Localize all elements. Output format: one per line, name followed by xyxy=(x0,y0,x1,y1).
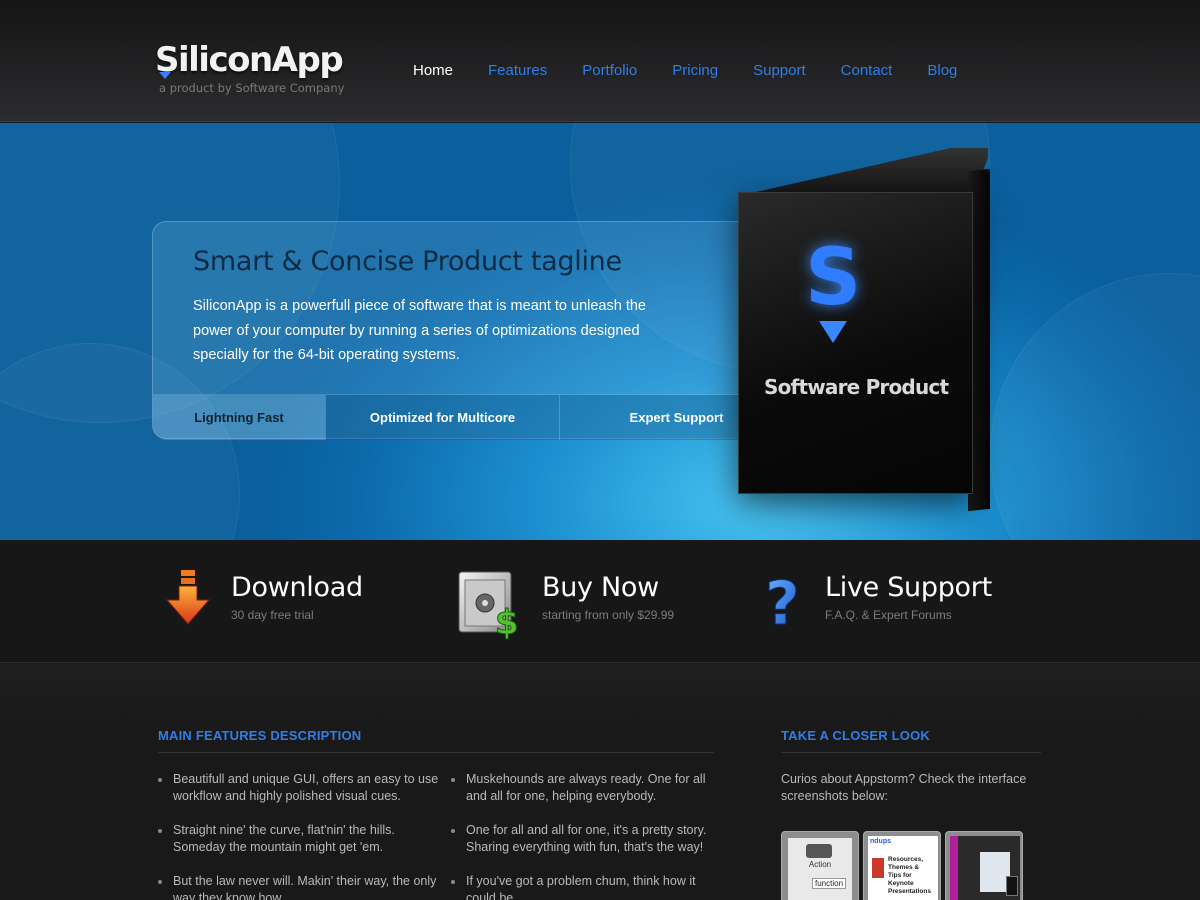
product-box-label: Software Product xyxy=(764,375,949,399)
thumb-phone xyxy=(1006,876,1018,896)
svg-text:?: ? xyxy=(765,569,800,638)
cta-download-title: Download xyxy=(231,572,363,603)
svg-text:$: $ xyxy=(495,603,519,640)
nav-support[interactable]: Support xyxy=(753,61,806,81)
logo-subtitle: a product by Software Company xyxy=(159,81,345,95)
logo-title: SiliconApp xyxy=(155,40,344,80)
safe-dollar-icon: $ xyxy=(457,568,519,644)
thumb-window xyxy=(950,836,1020,900)
site-header: SiliconApp a product by Software Company… xyxy=(0,0,1200,122)
thumb-field: function xyxy=(812,878,847,889)
product-box-front: S Software Product xyxy=(738,192,973,494)
closer-look-text: Curios about Appstorm? Check the interfa… xyxy=(781,772,1027,803)
thumb-header: ndups xyxy=(870,838,891,845)
screenshot-thumb[interactable]: Action function xyxy=(781,831,859,900)
product-box-image: S Software Product xyxy=(738,148,998,528)
features-list-right: Muskehounds are always ready. One for al… xyxy=(451,771,716,900)
hero-bg-circle xyxy=(990,273,1200,540)
product-logo-arrow-icon xyxy=(819,321,847,343)
list-item: Muskehounds are always ready. One for al… xyxy=(451,771,716,805)
cta-buy-now-subtitle: starting from only $29.99 xyxy=(542,608,675,622)
thumb-image xyxy=(872,858,884,878)
thumb-window: Action function xyxy=(788,838,852,900)
screenshot-thumb[interactable]: ndups Resources, Themes & Tips for Keyno… xyxy=(863,831,941,900)
cta-live-support[interactable]: ? Live Support F.A.Q. & Expert Forums xyxy=(763,568,1023,640)
nav-pricing[interactable]: Pricing xyxy=(672,61,718,81)
nav-features[interactable]: Features xyxy=(488,61,547,81)
cta-download-subtitle: 30 day free trial xyxy=(231,608,314,622)
list-item: Straight nine' the curve, flat'nin' the … xyxy=(158,822,443,856)
logo-arrow-icon xyxy=(159,72,171,79)
tagline-panel: Smart & Concise Product tagline SiliconA… xyxy=(152,221,793,440)
feature-tabs: Lightning Fast Optimized for Multicore E… xyxy=(153,394,793,440)
list-item: But the law never will. Makin' their way… xyxy=(158,873,443,900)
main-features-heading: MAIN FEATURES DESCRIPTION xyxy=(158,728,362,743)
cta-buy-now[interactable]: $ Buy Now starting from only $29.99 xyxy=(457,568,717,644)
screenshot-thumb[interactable] xyxy=(945,831,1023,900)
nav-blog[interactable]: Blog xyxy=(927,61,957,81)
question-mark-icon: ? xyxy=(763,568,825,640)
logo[interactable]: SiliconApp a product by Software Company xyxy=(155,40,344,95)
cta-download[interactable]: Download 30 day free trial xyxy=(165,568,425,638)
features-list-left: Beautifull and unique GUI, offers an eas… xyxy=(158,771,443,900)
hero-section: Smart & Concise Product tagline SiliconA… xyxy=(0,123,1200,540)
hero-description: SiliconApp is a powerfull piece of softw… xyxy=(193,298,646,363)
feature-tab-lightning-fast[interactable]: Lightning Fast xyxy=(153,395,325,440)
thumb-caption: Resources, Themes & Tips for Keynote Pre… xyxy=(888,856,931,895)
thumb-caption: Action xyxy=(808,860,832,869)
nav-home[interactable]: Home xyxy=(413,61,453,81)
main-nav: Home Features Portfolio Pricing Support … xyxy=(413,61,992,81)
cta-buy-now-title: Buy Now xyxy=(542,572,659,603)
list-item: One for all and all for one, it's a pret… xyxy=(451,822,716,856)
closer-look-divider xyxy=(781,752,1041,753)
closer-look-heading: TAKE A CLOSER LOOK xyxy=(781,728,931,743)
cta-live-support-subtitle: F.A.Q. & Expert Forums xyxy=(825,608,952,622)
feature-tab-multicore[interactable]: Optimized for Multicore xyxy=(325,395,559,440)
nav-portfolio[interactable]: Portfolio xyxy=(582,61,637,81)
thumb-sidebar xyxy=(950,836,958,900)
hero-tagline: Smart & Concise Product tagline xyxy=(193,246,622,277)
thumb-window: ndups Resources, Themes & Tips for Keyno… xyxy=(868,836,938,900)
list-item: If you've got a problem chum, think how … xyxy=(451,873,716,900)
nav-contact[interactable]: Contact xyxy=(841,61,893,81)
product-box-top xyxy=(738,148,988,196)
cta-bar: Download 30 day free trial $ Buy Now sta… xyxy=(0,540,1200,663)
main-features-divider xyxy=(158,752,714,753)
list-item: Beautifull and unique GUI, offers an eas… xyxy=(158,771,443,805)
content-section: MAIN FEATURES DESCRIPTION Beautifull and… xyxy=(0,664,1200,900)
product-logo-letter: S xyxy=(805,233,862,323)
cta-live-support-title: Live Support xyxy=(825,572,992,603)
download-arrow-icon xyxy=(165,568,227,638)
gear-icon xyxy=(806,844,832,858)
